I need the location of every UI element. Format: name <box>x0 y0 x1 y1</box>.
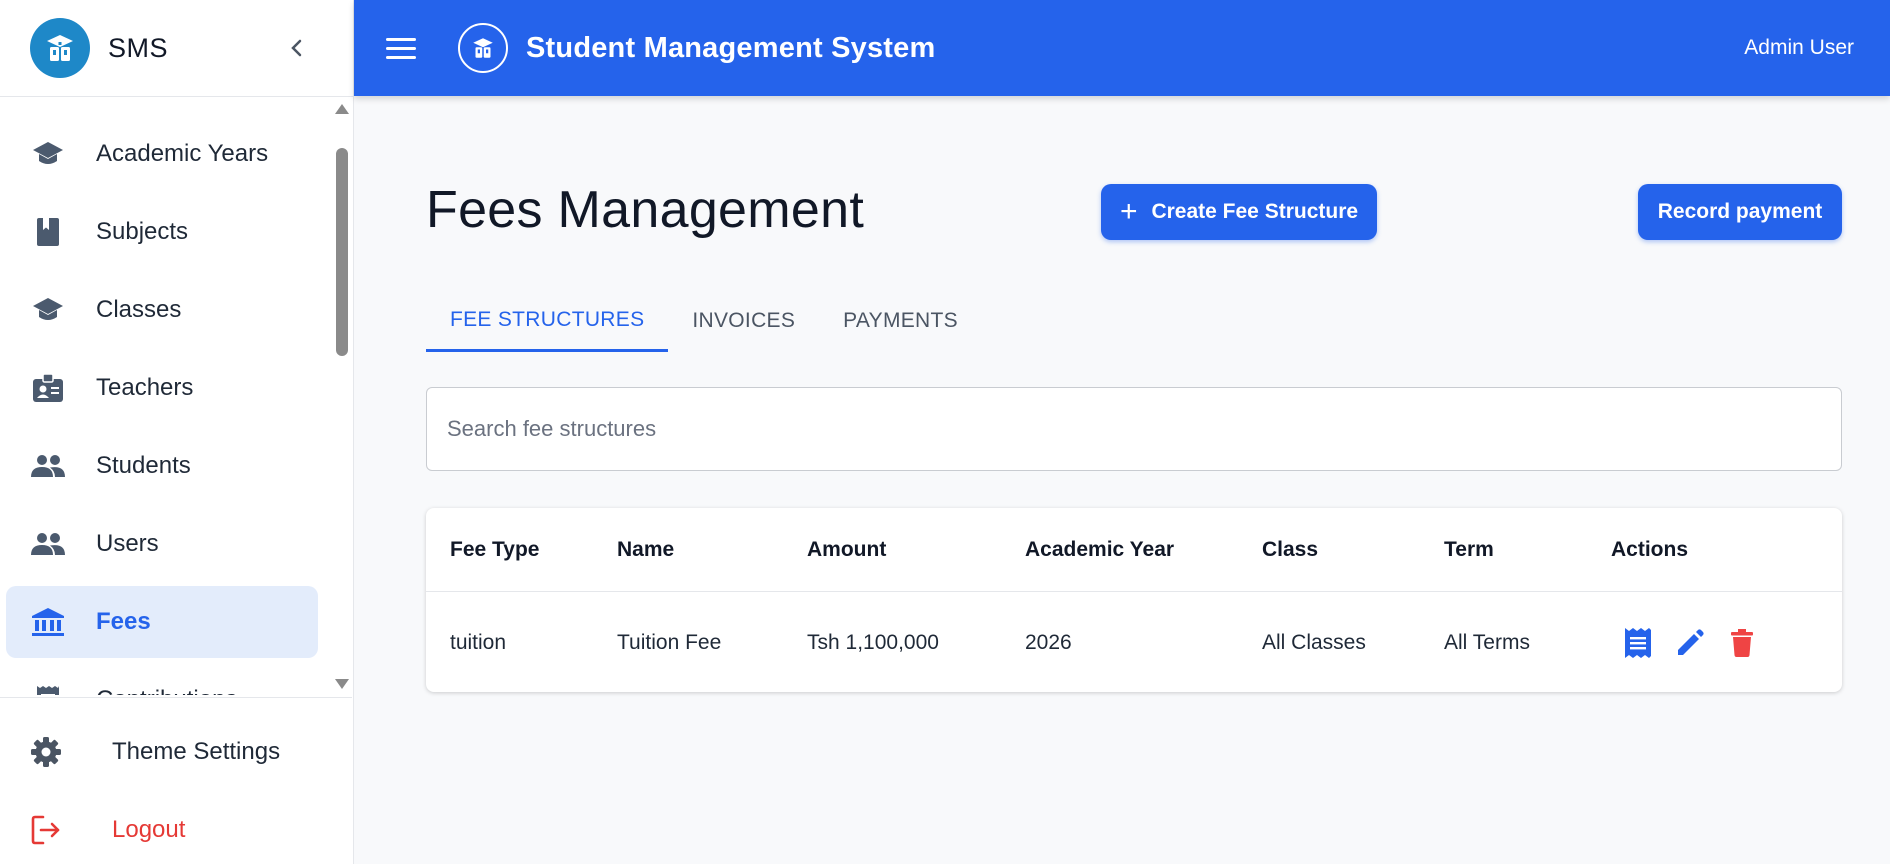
sidebar-item-label: Users <box>96 530 159 557</box>
column-header-class: Class <box>1262 537 1319 561</box>
page-title: Fees Management <box>426 181 865 239</box>
column-header-term: Term <box>1444 537 1494 561</box>
graduation-cap-icon <box>30 292 66 328</box>
edit-button[interactable] <box>1674 627 1706 659</box>
search-input[interactable] <box>447 416 1821 442</box>
sidebar-item-label: Classes <box>96 296 182 323</box>
scroll-down-arrow-icon[interactable] <box>335 679 349 689</box>
tab-bar: FEE STRUCTURES INVOICES PAYMENTS <box>426 290 982 352</box>
app-title: Student Management System <box>526 31 936 64</box>
sidebar-item-label: Students <box>96 452 191 479</box>
logout-icon <box>31 815 60 845</box>
sidebar-item-subjects[interactable]: Subjects <box>6 196 318 268</box>
sidebar-brand: SMS <box>0 0 353 97</box>
view-invoice-button[interactable] <box>1622 627 1654 659</box>
sidebar-item-academic-years[interactable]: Academic Years <box>6 118 318 190</box>
row-actions <box>1622 593 1758 692</box>
trash-icon <box>1731 628 1753 657</box>
school-logo-icon <box>30 18 90 78</box>
bank-icon <box>30 604 66 640</box>
scroll-up-arrow-icon[interactable] <box>335 104 349 114</box>
tab-invoices[interactable]: INVOICES <box>668 290 819 352</box>
table-header-row: Fee Type Name Amount Academic Year Class… <box>426 508 1842 592</box>
sidebar-item-label: Contributions <box>96 686 237 695</box>
receipt-icon <box>1625 627 1651 658</box>
theme-settings-label: Theme Settings <box>112 738 281 765</box>
create-fee-structure-label: Create Fee Structure <box>1151 200 1359 223</box>
tab-fee-structures[interactable]: FEE STRUCTURES <box>426 290 669 352</box>
sidebar-item-label: Subjects <box>96 218 189 245</box>
sidebar-item-contributions[interactable]: Contributions <box>6 664 318 695</box>
id-badge-icon <box>30 370 66 406</box>
school-logo-icon <box>458 23 508 73</box>
brand-name: SMS <box>108 32 169 63</box>
delete-button[interactable] <box>1726 627 1758 659</box>
column-header-fee-type: Fee Type <box>450 537 540 561</box>
sidebar-item-classes[interactable]: Classes <box>6 274 318 346</box>
search-field <box>426 387 1842 471</box>
pencil-icon <box>1678 628 1704 655</box>
logout-label: Logout <box>112 816 186 843</box>
column-header-name: Name <box>617 537 675 561</box>
user-menu[interactable]: Admin User <box>1744 36 1854 60</box>
logout-button[interactable]: Logout <box>30 800 185 860</box>
cell-fee-type: tuition <box>450 630 507 654</box>
sidebar-scrollbar[interactable] <box>335 98 349 695</box>
table-row: tuition Tuition Fee Tsh 1,100,000 2026 A… <box>426 593 1842 692</box>
people-icon <box>30 526 66 562</box>
plus-icon: + <box>1119 195 1138 228</box>
record-payment-button[interactable]: Record payment <box>1638 184 1842 240</box>
sidebar-item-label: Teachers <box>96 374 194 401</box>
column-header-academic-year: Academic Year <box>1025 537 1175 561</box>
column-header-amount: Amount <box>807 537 887 561</box>
chevron-left-icon <box>291 39 302 57</box>
sidebar-item-teachers[interactable]: Teachers <box>6 352 318 424</box>
top-app-bar: Student Management System Admin User <box>354 0 1890 96</box>
book-icon <box>30 214 66 250</box>
menu-icon[interactable] <box>386 30 422 66</box>
cell-class: All Classes <box>1262 630 1366 654</box>
sidebar-item-fees[interactable]: Fees <box>6 586 318 658</box>
cell-term: All Terms <box>1444 630 1530 654</box>
sidebar: SMS Academic Years Subjects Classes Teac… <box>0 0 354 864</box>
gear-icon <box>31 737 61 767</box>
cell-amount: Tsh 1,100,000 <box>807 630 939 654</box>
record-payment-label: Record payment <box>1657 200 1823 223</box>
sidebar-item-students[interactable]: Students <box>6 430 318 502</box>
sidebar-item-label: Academic Years <box>96 140 269 167</box>
scrollbar-thumb[interactable] <box>336 148 348 356</box>
sidebar-footer: Theme Settings Logout <box>0 697 352 864</box>
sidebar-nav: Academic Years Subjects Classes Teachers… <box>0 98 352 695</box>
tab-payments[interactable]: PAYMENTS <box>819 290 982 352</box>
people-icon <box>30 448 66 484</box>
receipt-icon <box>30 682 66 695</box>
cell-name: Tuition Fee <box>617 630 722 654</box>
sidebar-item-users[interactable]: Users <box>6 508 318 580</box>
theme-settings-button[interactable]: Theme Settings <box>30 722 280 782</box>
sidebar-item-label: Fees <box>96 608 151 635</box>
column-header-actions: Actions <box>1611 537 1689 561</box>
fee-structures-table: Fee Type Name Amount Academic Year Class… <box>426 508 1842 692</box>
create-fee-structure-button[interactable]: + Create Fee Structure <box>1101 184 1377 240</box>
cell-academic-year: 2026 <box>1025 630 1072 654</box>
collapse-sidebar-button[interactable] <box>281 32 313 64</box>
graduation-cap-icon <box>30 136 66 172</box>
